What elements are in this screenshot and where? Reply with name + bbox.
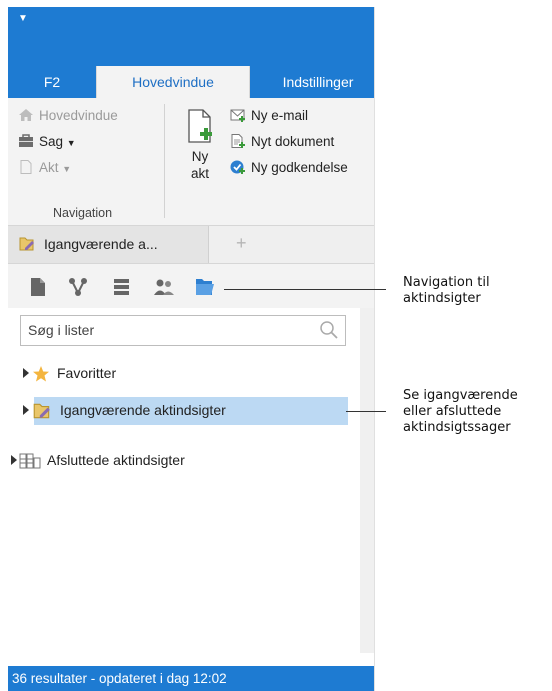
case-icon — [19, 134, 33, 147]
expand-arrow-icon[interactable] — [11, 455, 17, 465]
folder-edit-icon — [33, 403, 50, 419]
tree-label-igangvaerende: Igangværende aktindsigter — [60, 402, 226, 418]
workflow-icon[interactable] — [67, 277, 89, 297]
akt-dropdown-button[interactable]: Akt ▼ — [18, 159, 71, 177]
status-text: 36 resultater - opdateret i dag 12:02 — [12, 671, 227, 686]
new-document-icon — [188, 109, 212, 143]
tree-item-igangvaerende[interactable]: Igangværende aktindsigter — [33, 397, 348, 425]
expand-arrow-icon[interactable] — [23, 405, 29, 415]
title-bar: ▼ — [8, 7, 374, 60]
new-akt-button[interactable]: Ny akt — [178, 108, 222, 182]
sag-label: Sag — [39, 134, 64, 149]
new-file-icon — [231, 134, 245, 148]
new-document-button[interactable]: Nyt dokument — [230, 133, 334, 151]
tree-item-afsluttede[interactable]: Afsluttede aktindsigter — [8, 447, 348, 475]
hovedvindue-button[interactable]: Hovedvindue — [18, 107, 118, 125]
ribbon: Hovedvindue Sag ▼ Akt ▼ Navigation Ny ak… — [8, 98, 374, 226]
mail-icon — [230, 109, 245, 122]
app-window: ▼ F2 Hovedvindue Indstillinger Hovedvind… — [8, 7, 375, 691]
search-placeholder: Søg i lister — [28, 322, 95, 338]
document-icon — [20, 160, 32, 174]
archive-icon — [19, 453, 41, 469]
document-tabs: Igangværende a... + — [8, 226, 374, 264]
tree-item-favoritter[interactable]: Favoritter — [8, 360, 348, 388]
ribbon-tabs: F2 Hovedvindue Indstillinger — [8, 60, 374, 98]
callout-navigation-line-2: aktindsigter — [403, 291, 481, 306]
list-navigation-icons — [8, 264, 374, 308]
search-icon[interactable] — [319, 320, 339, 340]
callout-see-line-1: Se igangværende — [403, 388, 518, 403]
tab-indstillinger[interactable]: Indstillinger — [262, 66, 374, 98]
akt-label: Akt — [39, 160, 59, 175]
callout-see: Se igangværende eller afsluttede aktinds… — [403, 388, 518, 436]
new-document-label: Nyt dokument — [251, 134, 335, 149]
new-akt-label-2: akt — [190, 166, 209, 181]
aktindsigt-folder-icon[interactable] — [194, 277, 216, 297]
new-approval-button[interactable]: Ny godkendelse — [230, 159, 348, 177]
doc-tab-igangvaerende[interactable]: Igangværende a... — [8, 226, 209, 263]
callout-see-line-3: aktindsigtssager — [403, 420, 511, 435]
callout-line-navigation — [224, 289, 386, 290]
chevron-down-icon: ▼ — [66, 138, 76, 148]
expand-arrow-icon[interactable] — [23, 368, 29, 378]
contacts-icon[interactable] — [153, 277, 175, 297]
hovedvindue-label: Hovedvindue — [39, 108, 118, 123]
group-divider — [164, 104, 165, 218]
new-email-button[interactable]: Ny e-mail — [230, 107, 308, 125]
tab-f2[interactable]: F2 — [8, 66, 96, 98]
new-approval-label: Ny godkendelse — [251, 160, 348, 175]
tab-hovedvindue[interactable]: Hovedvindue — [96, 66, 250, 98]
search-input[interactable]: Søg i lister — [20, 315, 346, 346]
tree-label-favoritter: Favoritter — [57, 365, 117, 381]
chevron-down-icon: ▼ — [62, 164, 72, 174]
tree-label-afsluttede: Afsluttede aktindsigter — [47, 452, 185, 468]
callout-navigation: Navigation til aktindsigter — [403, 275, 490, 307]
list-panel: Søg i lister Favoritter Igangværende akt… — [8, 308, 360, 653]
star-icon — [33, 366, 49, 382]
sag-dropdown-button[interactable]: Sag ▼ — [18, 133, 76, 151]
doc-tab-label: Igangværende a... — [44, 236, 158, 252]
navigation-group-label: Navigation — [53, 206, 113, 220]
document-list-icon[interactable] — [27, 277, 49, 297]
new-email-label: Ny e-mail — [251, 108, 309, 123]
list-icon[interactable] — [111, 277, 133, 297]
status-bar: 36 resultater - opdateret i dag 12:02 — [8, 666, 374, 691]
add-tab-icon[interactable]: + — [236, 233, 247, 254]
callout-see-line-2: eller afsluttede — [403, 404, 502, 419]
approval-icon — [230, 160, 245, 174]
folder-edit-icon — [19, 237, 34, 251]
callout-navigation-line-1: Navigation til — [403, 275, 490, 290]
new-akt-label-1: Ny — [191, 149, 209, 164]
vertical-scrollbar[interactable] — [360, 308, 374, 653]
home-icon — [19, 109, 33, 121]
quick-access-dropdown-icon[interactable]: ▼ — [18, 13, 28, 24]
callout-line-see — [346, 411, 386, 412]
